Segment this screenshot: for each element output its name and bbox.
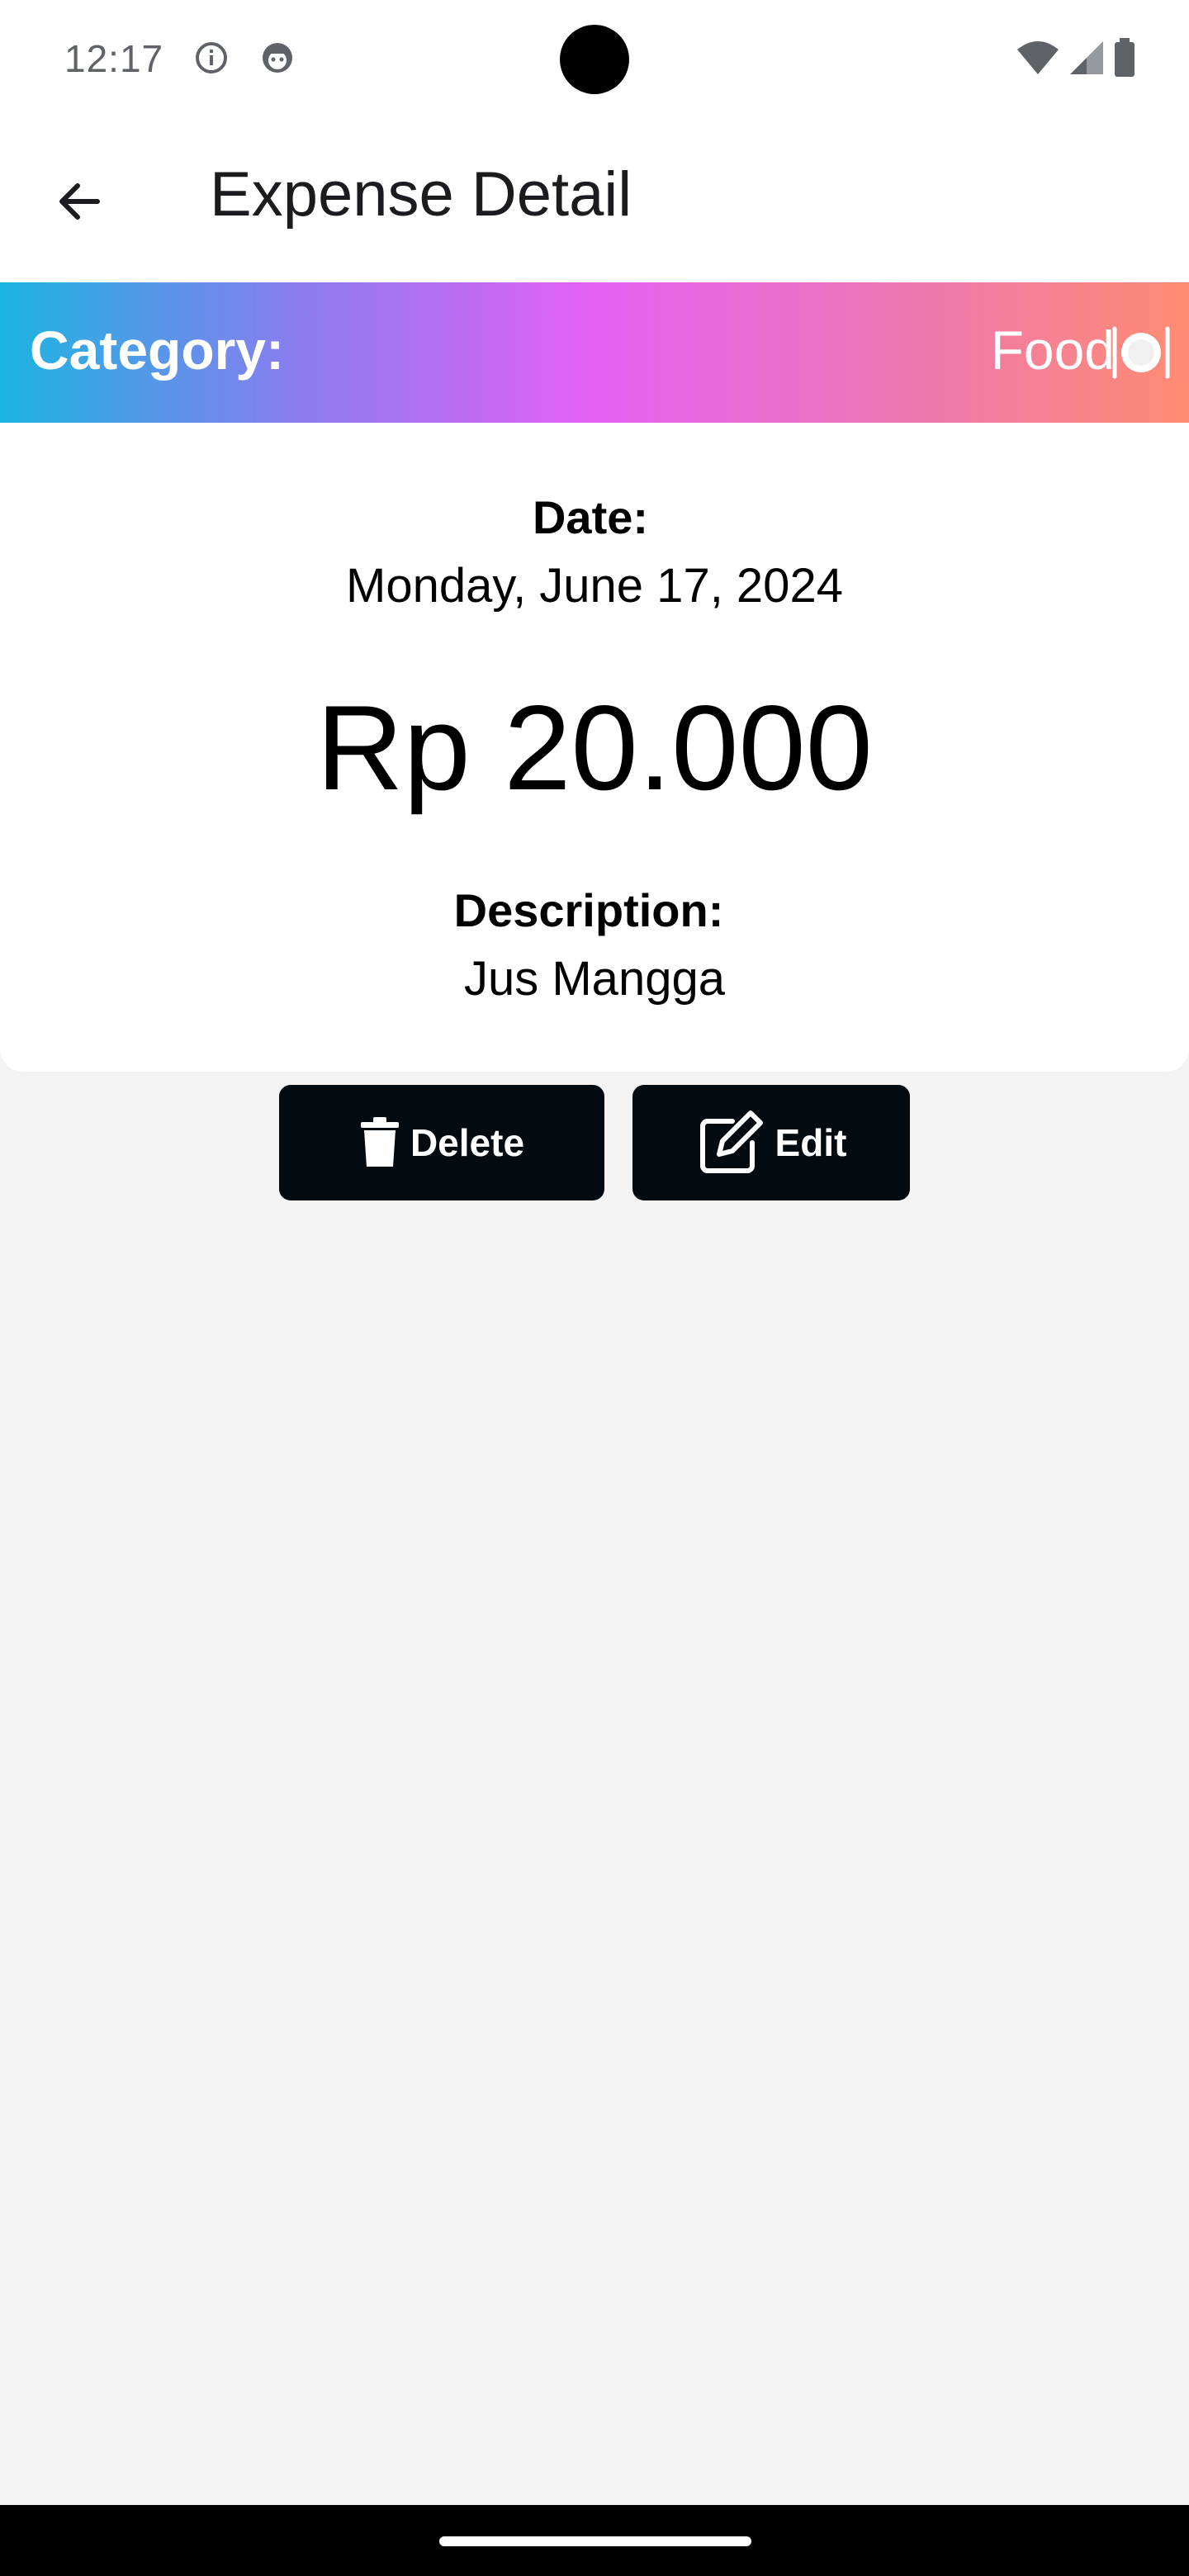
category-banner: Category: Food <box>0 282 1189 423</box>
camera-cutout <box>560 25 629 94</box>
arrow-back-icon <box>59 183 100 220</box>
date-label: Date: <box>532 491 649 543</box>
edit-button[interactable]: Edit <box>632 1085 910 1200</box>
notification-face-icon <box>263 43 292 73</box>
delete-button[interactable]: Delete <box>279 1085 604 1200</box>
description-label: Description: <box>453 884 724 936</box>
edit-label: Edit <box>775 1121 847 1164</box>
category-value: Food <box>990 320 1115 381</box>
delete-label: Delete <box>410 1121 525 1164</box>
expense-amount: Rp 20.000 <box>316 680 873 815</box>
info-icon <box>196 42 227 73</box>
description-value: Jus Mangga <box>464 952 725 1006</box>
trash-icon <box>360 1117 399 1167</box>
expense-detail-card: Date: Monday, June 17, 2024 Rp 20.000 De… <box>0 423 1189 1072</box>
edit-icon <box>699 1110 763 1173</box>
status-bar: 12:17 <box>0 0 1189 119</box>
page-title: Expense Detail <box>210 159 632 230</box>
signal-icon <box>1070 41 1103 74</box>
date-value: Monday, June 17, 2024 <box>346 559 843 613</box>
home-gesture-handle[interactable] <box>439 2536 751 2546</box>
back-button[interactable] <box>43 165 116 238</box>
app-bar: Expense Detail <box>0 119 1189 282</box>
status-right-icons <box>1016 38 1136 78</box>
system-nav-bar <box>0 2505 1189 2576</box>
battery-icon <box>1115 38 1135 77</box>
status-time: 12:17 <box>64 37 164 80</box>
plate-cutlery-icon <box>1112 326 1170 379</box>
category-label: Category: <box>30 320 285 381</box>
wifi-icon <box>1017 41 1059 74</box>
